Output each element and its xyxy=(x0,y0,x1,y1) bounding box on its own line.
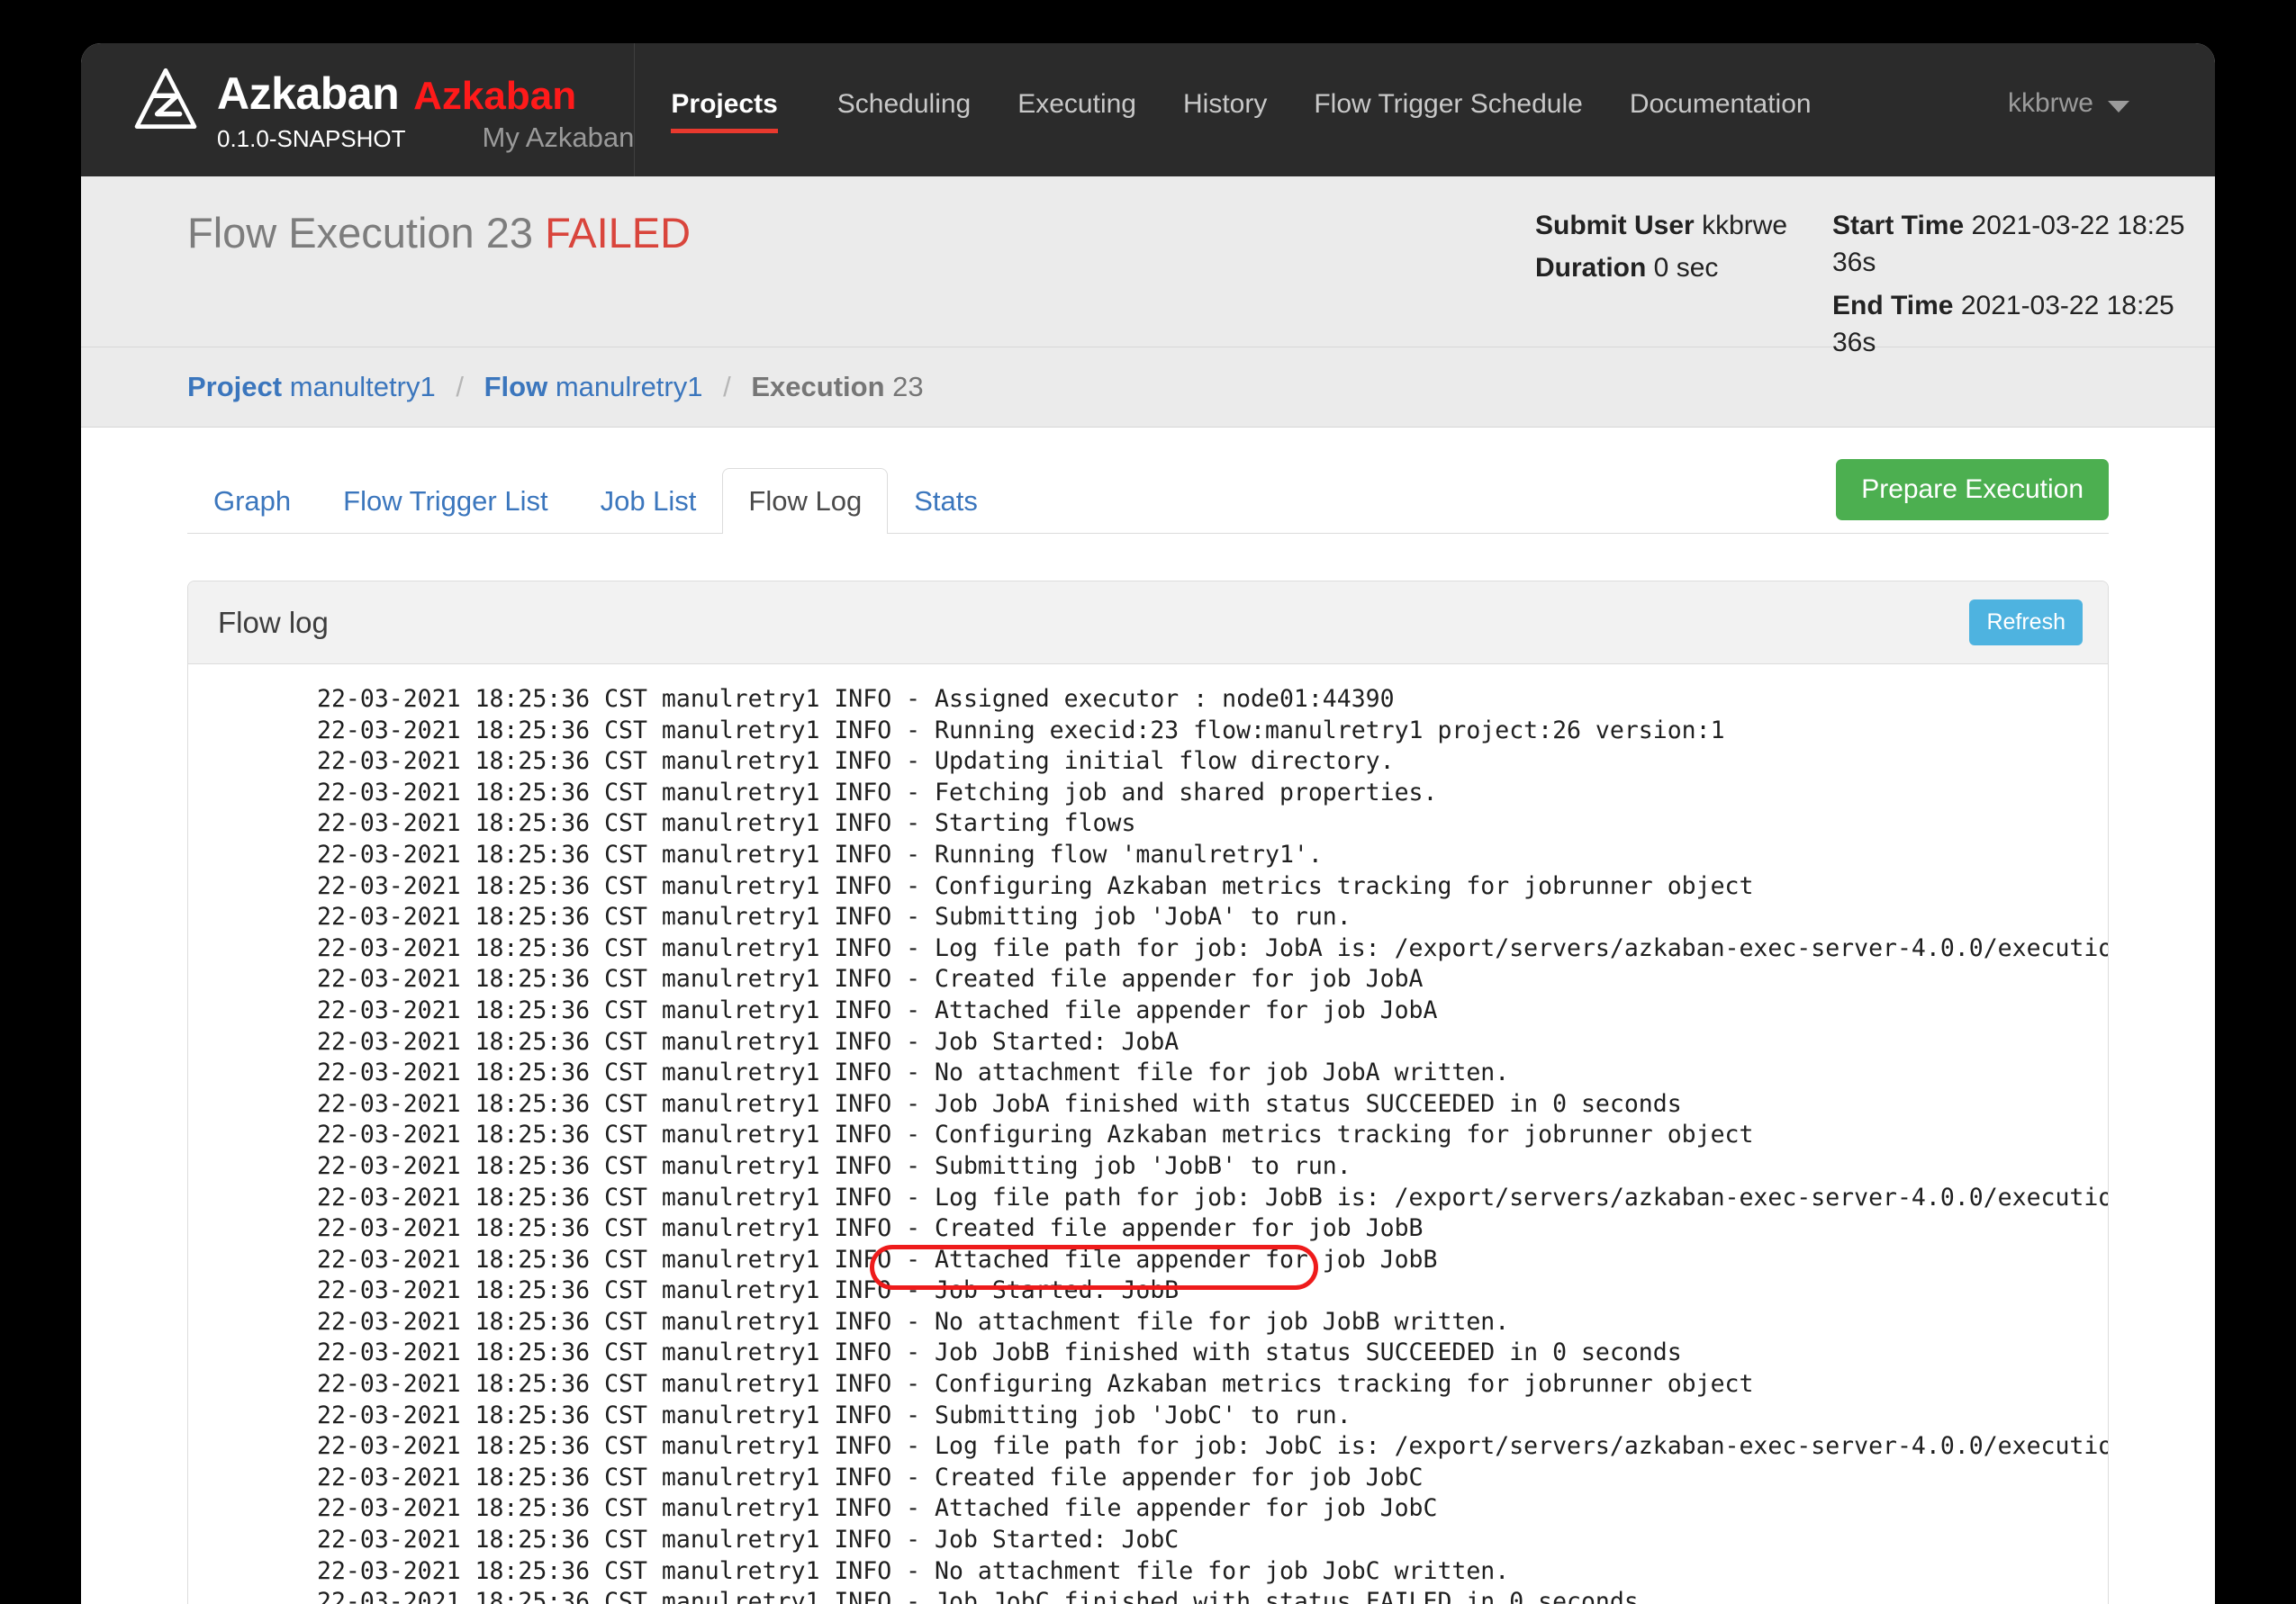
tab-flow-trigger-list[interactable]: Flow Trigger List xyxy=(317,468,574,534)
breadcrumb-separator-1: / xyxy=(456,371,464,402)
log-line: 22-03-2021 18:25:36 CST manulretry1 INFO… xyxy=(317,778,1438,807)
log-line: 22-03-2021 18:25:36 CST manulretry1 INFO… xyxy=(317,1370,1754,1399)
breadcrumb-execution-id: 23 xyxy=(892,371,924,402)
end-time-row: End Time 2021-03-22 18:25 36s xyxy=(1832,287,2210,362)
prepare-execution-button[interactable]: Prepare Execution xyxy=(1836,459,2109,520)
azkaban-triangle-logo-icon xyxy=(134,68,197,129)
breadcrumb-flow-name: manulretry1 xyxy=(555,371,703,402)
log-line: 22-03-2021 18:25:36 CST manulretry1 INFO… xyxy=(317,1245,1438,1274)
duration-value: 0 sec xyxy=(1653,253,1719,284)
user-menu[interactable]: kkbrwe xyxy=(2008,43,2215,119)
flow-log-panel: Flow log Refresh 22-03-2021 18:25:36 CST… xyxy=(187,581,2109,1604)
flow-log-panel-header: Flow log Refresh xyxy=(188,581,2108,664)
navbar-menu: Projects Scheduling Executing History Fl… xyxy=(635,43,1835,133)
browser-window: Azkaban Azkaban 0.1.0-SNAPSHOT My Azkaba… xyxy=(81,43,2215,1604)
breadcrumb-project-label: Project xyxy=(187,371,283,402)
breadcrumb-execution-label: Execution xyxy=(751,371,885,402)
log-line: 22-03-2021 18:25:36 CST manulretry1 INFO… xyxy=(317,1338,1682,1367)
breadcrumb-execution: Execution 23 xyxy=(751,371,923,402)
brand-subtitle: My Azkaban xyxy=(482,122,635,153)
brand-alt-name: Azkaban xyxy=(413,74,577,118)
breadcrumb-project[interactable]: Project manultetry1 xyxy=(187,371,436,402)
submit-user-label: Submit User xyxy=(1535,211,1695,240)
log-line: 22-03-2021 18:25:36 CST manulretry1 INFO… xyxy=(317,1463,1424,1491)
flow-log-panel-title: Flow log xyxy=(218,605,329,639)
duration-row: Duration 0 sec xyxy=(1535,249,1832,286)
breadcrumb-project-name: manultetry1 xyxy=(289,371,436,402)
tab-bar: Graph Flow Trigger List Job List Flow Lo… xyxy=(187,459,2109,534)
tab-graph[interactable]: Graph xyxy=(187,468,317,534)
log-line: 22-03-2021 18:25:36 CST manulretry1 INFO… xyxy=(317,1432,2108,1461)
log-line: 22-03-2021 18:25:36 CST manulretry1 INFO… xyxy=(317,1027,1180,1056)
submit-user-value: kkbrwe xyxy=(1702,211,1788,240)
log-line: 22-03-2021 18:25:36 CST manulretry1 INFO… xyxy=(317,1556,1510,1585)
execution-meta: Submit User kkbrwe Duration 0 sec Start … xyxy=(1535,207,2210,367)
log-line: 22-03-2021 18:25:36 CST manulretry1 INFO… xyxy=(317,871,1754,900)
log-line: 22-03-2021 18:25:36 CST manulretry1 INFO… xyxy=(317,1121,1754,1149)
duration-label: Duration xyxy=(1535,253,1647,284)
flow-log-output[interactable]: 22-03-2021 18:25:36 CST manulretry1 INFO… xyxy=(188,664,2108,1604)
log-line: 22-03-2021 18:25:36 CST manulretry1 INFO… xyxy=(317,1526,1180,1554)
top-navbar: Azkaban Azkaban 0.1.0-SNAPSHOT My Azkaba… xyxy=(81,43,2215,176)
execution-meta-right: Start Time 2021-03-22 18:25 36s End Time… xyxy=(1832,207,2210,367)
refresh-button[interactable]: Refresh xyxy=(1969,599,2083,645)
nav-item-documentation[interactable]: Documentation xyxy=(1606,86,1835,122)
status-badge: FAILED xyxy=(545,209,692,257)
breadcrumb-flow[interactable]: Flow manulretry1 xyxy=(484,371,703,402)
log-line: 22-03-2021 18:25:36 CST manulretry1 INFO… xyxy=(317,685,1395,713)
start-time-label: Start Time xyxy=(1832,211,1965,240)
submit-user-row: Submit User kkbrwe xyxy=(1535,207,1832,244)
log-line: 22-03-2021 18:25:36 CST manulretry1 INFO… xyxy=(317,903,1351,932)
nav-item-scheduling[interactable]: Scheduling xyxy=(814,86,994,122)
brand-block[interactable]: Azkaban Azkaban 0.1.0-SNAPSHOT My Azkaba… xyxy=(81,43,634,154)
log-line: 22-03-2021 18:25:36 CST manulretry1 INFO… xyxy=(317,1276,1180,1305)
brand-version: 0.1.0-SNAPSHOT xyxy=(217,125,406,152)
start-time-row: Start Time 2021-03-22 18:25 36s xyxy=(1832,207,2210,282)
main-content: Graph Flow Trigger List Job List Flow Lo… xyxy=(81,428,2215,1604)
log-line: 22-03-2021 18:25:36 CST manulretry1 INFO… xyxy=(317,965,1424,994)
nav-item-history[interactable]: History xyxy=(1160,86,1290,122)
execution-header: Flow Execution 23 FAILED Submit User kkb… xyxy=(81,176,2215,357)
nav-item-projects[interactable]: Projects xyxy=(635,86,813,133)
end-time-label: End Time xyxy=(1832,290,1954,320)
log-line: 22-03-2021 18:25:36 CST manulretry1 INFO… xyxy=(317,996,1438,1024)
log-line: 22-03-2021 18:25:36 CST manulretry1 INFO… xyxy=(317,1214,1424,1243)
log-line: 22-03-2021 18:25:36 CST manulretry1 INFO… xyxy=(317,1307,1510,1336)
log-line: 22-03-2021 18:25:36 CST manulretry1 INFO… xyxy=(317,809,1136,838)
log-line: 22-03-2021 18:25:36 CST manulretry1 INFO… xyxy=(317,747,1395,776)
nav-item-flow-trigger-schedule[interactable]: Flow Trigger Schedule xyxy=(1290,86,1605,122)
execution-meta-left: Submit User kkbrwe Duration 0 sec xyxy=(1535,207,1832,367)
log-line: 22-03-2021 18:25:36 CST manulretry1 INFO… xyxy=(317,1401,1351,1429)
screen: Azkaban Azkaban 0.1.0-SNAPSHOT My Azkaba… xyxy=(0,0,2296,1604)
tab-flow-log[interactable]: Flow Log xyxy=(722,468,889,534)
log-line: 22-03-2021 18:25:36 CST manulretry1 INFO… xyxy=(317,1151,1351,1180)
tab-job-list[interactable]: Job List xyxy=(574,468,723,534)
log-line: 22-03-2021 18:25:36 CST manulretry1 INFO… xyxy=(317,1588,1639,1604)
page-title: Flow Execution 23 FAILED xyxy=(187,208,691,257)
log-line: 22-03-2021 18:25:36 CST manulretry1 INFO… xyxy=(317,1494,1438,1523)
brand-name: Azkaban xyxy=(217,68,400,119)
chevron-down-icon xyxy=(2108,100,2129,113)
log-line: 22-03-2021 18:25:36 CST manulretry1 INFO… xyxy=(317,840,1323,869)
log-line: 22-03-2021 18:25:36 CST manulretry1 INFO… xyxy=(317,933,2108,962)
log-line: 22-03-2021 18:25:36 CST manulretry1 INFO… xyxy=(317,1089,1682,1118)
page-title-text: Flow Execution 23 xyxy=(187,209,534,257)
breadcrumb-flow-label: Flow xyxy=(484,371,548,402)
log-line: 22-03-2021 18:25:36 CST manulretry1 INFO… xyxy=(317,1183,2108,1212)
nav-item-executing[interactable]: Executing xyxy=(994,86,1160,122)
tab-stats[interactable]: Stats xyxy=(888,468,1004,534)
log-line: 22-03-2021 18:25:36 CST manulretry1 INFO… xyxy=(317,716,1725,744)
user-menu-label: kkbrwe xyxy=(2007,88,2093,118)
breadcrumb-separator-2: / xyxy=(723,371,731,402)
log-line: 22-03-2021 18:25:36 CST manulretry1 INFO… xyxy=(317,1059,1510,1087)
